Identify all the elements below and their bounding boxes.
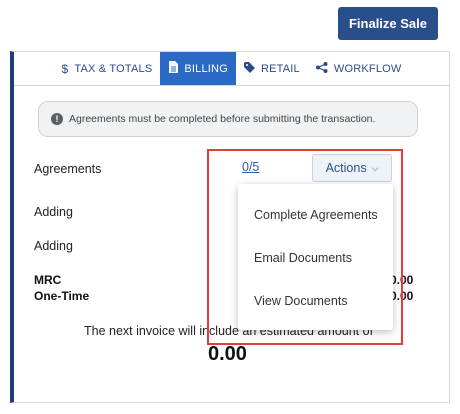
onetime-label: One-Time [34, 289, 90, 303]
mrc-value: 0.00 [390, 273, 414, 287]
menu-item-email-documents[interactable]: Email Documents [238, 238, 393, 278]
menu-item-label: View Documents [254, 294, 348, 308]
actions-label: Actions [325, 161, 367, 175]
tab-tax-totals[interactable]: $ TAX & TOTALS [54, 52, 161, 85]
tab-retail[interactable]: RETAIL [236, 52, 308, 85]
agreements-notice: ! Agreements must be completed before su… [38, 101, 418, 137]
menu-item-label: Email Documents [254, 251, 352, 265]
actions-dropdown-button[interactable]: Actions ⌵ [312, 154, 392, 182]
workflow-icon [315, 61, 328, 76]
menu-item-label: Complete Agreements [254, 208, 378, 222]
dollar-icon: $ [61, 61, 69, 76]
document-icon [168, 61, 179, 76]
tag-icon [243, 61, 255, 76]
finalize-sale-button[interactable]: Finalize Sale [338, 7, 438, 40]
menu-item-view-documents[interactable]: View Documents [238, 281, 393, 321]
menu-item-complete-agreements[interactable]: Complete Agreements [238, 195, 393, 235]
notice-text: Agreements must be completed before subm… [69, 113, 376, 125]
agreements-label: Agreements [34, 162, 102, 176]
tab-label: TAX & TOTALS [74, 62, 153, 75]
agreements-count-link[interactable]: 0/5 [242, 160, 259, 174]
tab-bar: $ TAX & TOTALS BILLING RETAIL WORKFLOW [14, 52, 449, 86]
tab-label: WORKFLOW [333, 62, 402, 75]
adding-label-1: Adding [34, 205, 73, 219]
mrc-label: MRC [34, 273, 62, 287]
chevron-down-icon: ⌵ [371, 162, 379, 173]
next-invoice-amount: 0.00 [208, 343, 247, 365]
onetime-value: 0.00 [390, 289, 414, 303]
actions-menu: Complete Agreements Email Documents View… [238, 184, 393, 330]
tab-workflow[interactable]: WORKFLOW [308, 52, 410, 85]
adding-label-2: Adding [34, 239, 73, 253]
tab-billing[interactable]: BILLING [160, 52, 236, 85]
comment-icon: ! [51, 113, 63, 125]
tab-label: BILLING [184, 62, 228, 75]
tab-label: RETAIL [260, 62, 300, 75]
